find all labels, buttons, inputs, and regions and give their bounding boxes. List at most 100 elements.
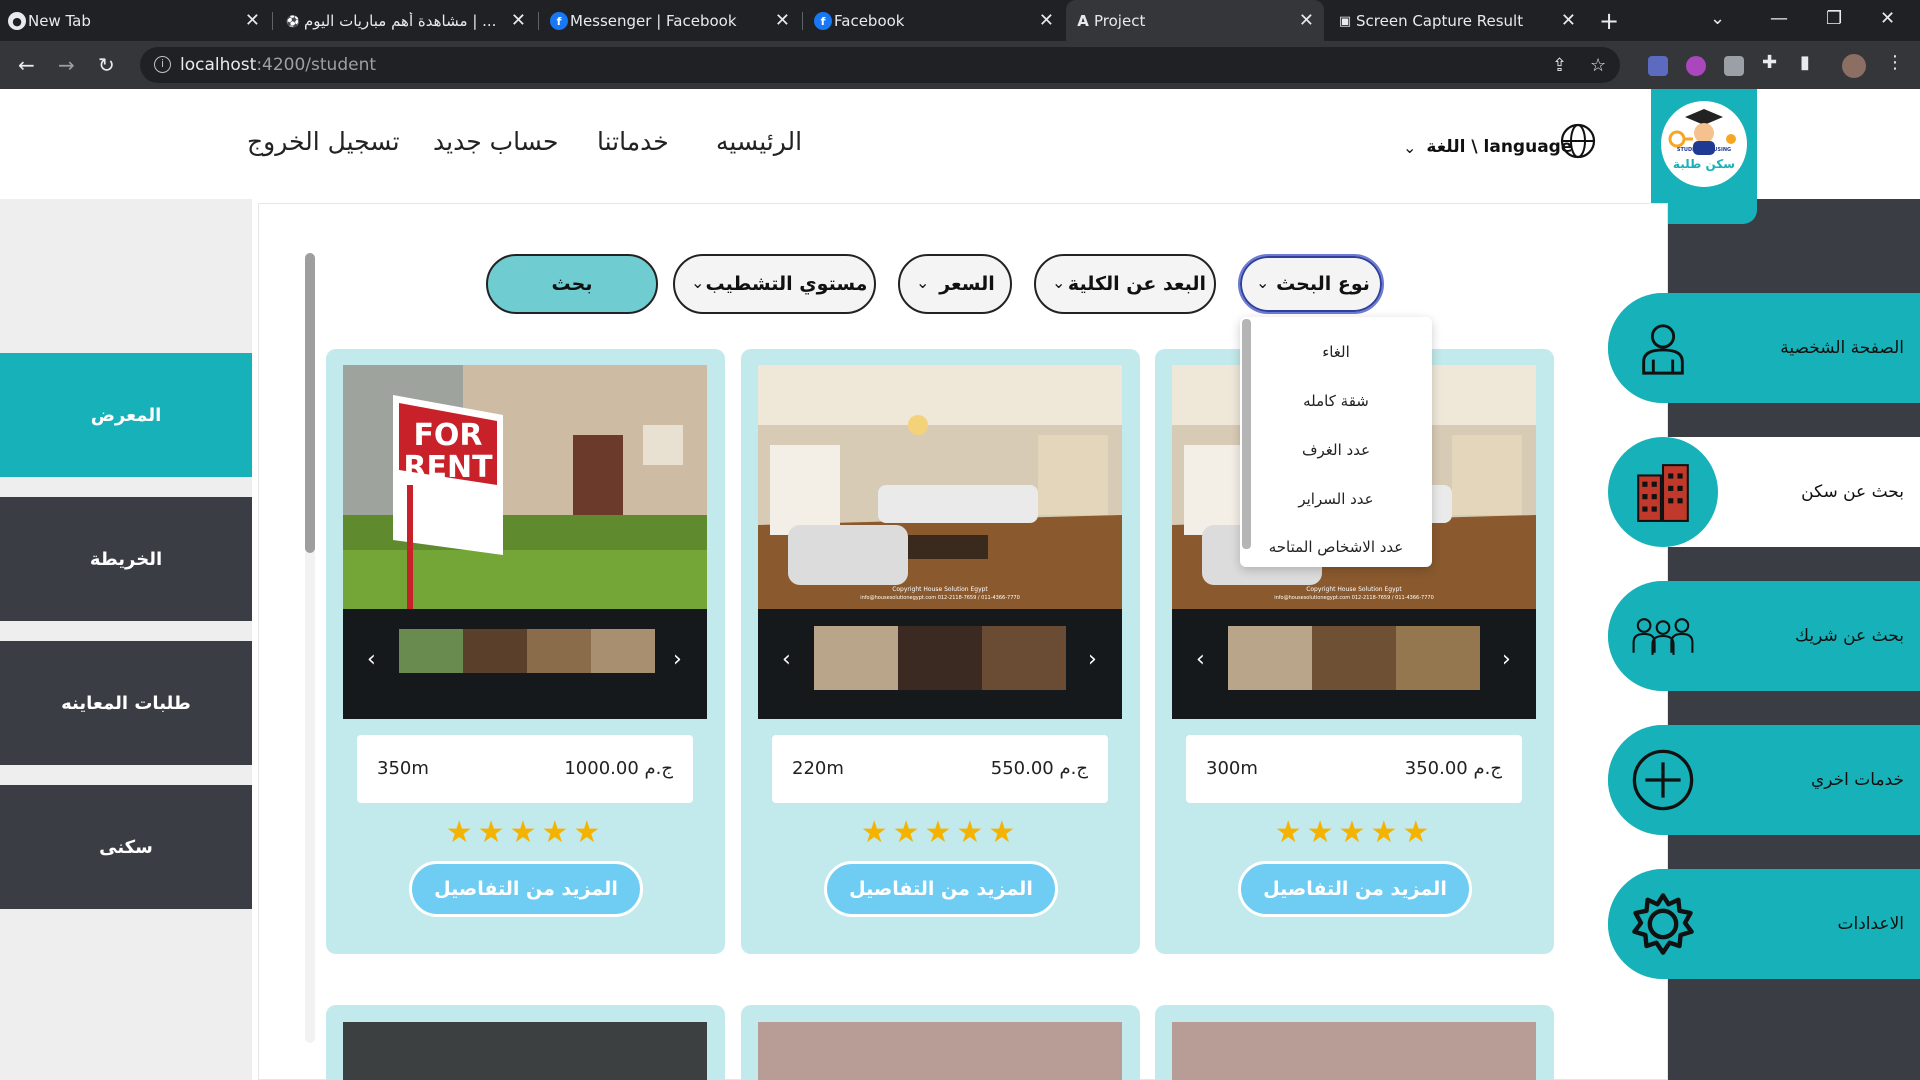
close-tab-icon[interactable]: ✕: [1561, 10, 1576, 31]
dropdown-option-room-count[interactable]: عدد الغرف: [1240, 441, 1432, 459]
sidebar-item-map[interactable]: الخريطة: [0, 497, 252, 621]
sidebar-item-gallery[interactable]: المعرض: [0, 353, 252, 477]
thumbnail[interactable]: [591, 629, 655, 673]
browser-tab-messenger[interactable]: f Messenger | Facebook ✕: [542, 0, 800, 41]
search-type-select[interactable]: ⌄ نوع البحث: [1238, 254, 1384, 314]
browser-tab-screen-capture[interactable]: ▣ Screen Capture Result ✕: [1328, 0, 1586, 41]
close-tab-icon[interactable]: ✕: [775, 10, 790, 31]
carousel-next-icon[interactable]: ›: [673, 647, 682, 672]
browser-tab-project[interactable]: A Project ✕: [1066, 0, 1324, 41]
tab-title: Screen Capture Result: [1356, 11, 1524, 30]
avatar[interactable]: [1842, 54, 1866, 78]
sidebar-item-my-housing[interactable]: سكنى: [0, 785, 252, 909]
close-tab-icon[interactable]: ✕: [1299, 10, 1314, 31]
sidebar-item-inspection-requests[interactable]: طلبات المعاينه: [0, 641, 252, 765]
property-card: [741, 1005, 1140, 1080]
extension-icon[interactable]: [1686, 56, 1706, 76]
globe-icon[interactable]: [1560, 123, 1596, 159]
close-tab-icon[interactable]: ✕: [511, 10, 526, 31]
gear-icon: [1608, 869, 1718, 979]
side-menu-label: خدمات اخري: [1810, 770, 1904, 790]
share-icon[interactable]: ⇪: [1552, 55, 1567, 76]
filter-label: البعد عن الكلية: [1067, 273, 1207, 295]
language-select[interactable]: ⌄ اللغة \ language: [1403, 127, 1572, 167]
property-photo[interactable]: [1172, 1022, 1536, 1080]
url-input[interactable]: i localhost:4200/student ⇪ ☆: [140, 47, 1620, 83]
dropdown-option-available-persons[interactable]: عدد الاشخاص المتاحه: [1240, 538, 1432, 556]
thumbnail[interactable]: [399, 629, 463, 673]
sidepanel-icon[interactable]: ▮: [1800, 52, 1810, 73]
thumbnail[interactable]: [898, 626, 982, 690]
thumbnail[interactable]: [463, 629, 527, 673]
thumbnail[interactable]: [1228, 626, 1312, 690]
chrome-icon: ●: [8, 12, 26, 30]
close-tab-icon[interactable]: ✕: [245, 10, 260, 31]
property-photo[interactable]: Copyright House Solution Egypt info@hous…: [758, 365, 1122, 609]
puzzle-icon[interactable]: ✚: [1762, 52, 1777, 73]
camera-extension-icon[interactable]: [1724, 56, 1744, 76]
dropdown-option-full-apartment[interactable]: شقة كامله: [1240, 392, 1432, 410]
carousel-next-icon[interactable]: ›: [1088, 647, 1097, 672]
photo-watermark: info@housesolutionegypt.com 012-2118-765…: [860, 595, 1020, 601]
scrollbar[interactable]: [305, 253, 315, 553]
more-details-button[interactable]: المزيد من التفاصيل: [1238, 861, 1472, 917]
menu-icon[interactable]: ⋮: [1886, 52, 1904, 73]
nav-new-account[interactable]: حساب جديد: [433, 127, 559, 156]
side-menu-settings[interactable]: الاعدادات: [1608, 869, 1920, 979]
top-header: الرئيسيه خدماتنا حساب جديد تسجيل الخروج …: [0, 89, 1920, 199]
carousel-prev-icon[interactable]: ‹: [367, 647, 376, 672]
plus-circle-icon: [1608, 725, 1718, 835]
price-area-box: 220m 550.00 ج.م: [772, 735, 1108, 803]
extension-icon[interactable]: [1648, 56, 1668, 76]
side-menu-other-services[interactable]: خدمات اخري: [1608, 725, 1920, 835]
more-details-button[interactable]: المزيد من التفاصيل: [824, 861, 1058, 917]
price-select[interactable]: ⌄ السعر: [898, 254, 1012, 314]
side-menu-find-housing[interactable]: بحث عن سكن: [1608, 437, 1920, 547]
tab-title: Messenger | Facebook: [570, 11, 737, 30]
property-photo[interactable]: FOR RENT: [343, 365, 707, 609]
nav-services[interactable]: خدماتنا: [597, 127, 669, 156]
tab-search-icon[interactable]: ⌄: [1710, 8, 1725, 29]
restore-icon[interactable]: ❐: [1826, 8, 1842, 29]
forward-icon[interactable]: →: [58, 53, 75, 77]
browser-tab-new-tab[interactable]: ● New Tab ✕: [0, 0, 270, 41]
thumbnail[interactable]: [982, 626, 1066, 690]
search-button[interactable]: بحث: [486, 254, 658, 314]
carousel-prev-icon[interactable]: ‹: [1196, 647, 1205, 672]
facebook-icon: f: [550, 12, 568, 30]
area-text: 300m: [1206, 758, 1258, 779]
carousel-prev-icon[interactable]: ‹: [782, 647, 791, 672]
filter-label: السعر: [939, 273, 995, 295]
thumbnail[interactable]: [527, 629, 591, 673]
property-photo[interactable]: [758, 1022, 1122, 1080]
thumbnail[interactable]: [814, 626, 898, 690]
thumbnail-strip: ‹ ›: [1172, 609, 1536, 719]
property-photo[interactable]: [343, 1022, 707, 1080]
more-details-button[interactable]: المزيد من التفاصيل: [409, 861, 643, 917]
nav-home[interactable]: الرئيسيه: [716, 127, 802, 156]
distance-select[interactable]: ⌄ البعد عن الكلية: [1034, 254, 1216, 314]
minimize-icon[interactable]: —: [1770, 8, 1788, 29]
student-logo-icon: [1668, 109, 1736, 155]
thumbnail[interactable]: [1312, 626, 1396, 690]
back-icon[interactable]: ←: [18, 53, 35, 77]
reload-icon[interactable]: ↻: [98, 53, 115, 77]
browser-tab-matches[interactable]: ⚽ مشاهدة أهم مباريات اليوم | ... ✕: [276, 0, 536, 41]
close-tab-icon[interactable]: ✕: [1039, 10, 1054, 31]
finish-level-select[interactable]: ⌄ مستوي التشطيب: [673, 254, 876, 314]
browser-tab-bar: ● New Tab ✕ ⚽ مشاهدة أهم مباريات اليوم |…: [0, 0, 1920, 41]
dropdown-option-bed-count[interactable]: عدد السراير: [1240, 490, 1432, 508]
address-bar: ← → ↻ i localhost:4200/student ⇪ ☆ ✚ ▮ ⋮: [0, 41, 1920, 89]
close-window-icon[interactable]: ✕: [1880, 8, 1895, 29]
group-icon: [1608, 581, 1718, 691]
bookmark-star-icon[interactable]: ☆: [1590, 55, 1606, 76]
thumbnail[interactable]: [1396, 626, 1480, 690]
carousel-next-icon[interactable]: ›: [1502, 647, 1511, 672]
side-menu-find-partner[interactable]: بحث عن شريك: [1608, 581, 1920, 691]
new-tab-icon[interactable]: +: [1599, 7, 1619, 35]
dropdown-option-cancel[interactable]: الغاء: [1240, 343, 1432, 361]
site-info-icon[interactable]: i: [154, 56, 171, 73]
nav-logout[interactable]: تسجيل الخروج: [247, 127, 400, 156]
browser-tab-facebook[interactable]: f Facebook ✕: [806, 0, 1064, 41]
side-menu-profile[interactable]: الصفحة الشخصية: [1608, 293, 1920, 403]
